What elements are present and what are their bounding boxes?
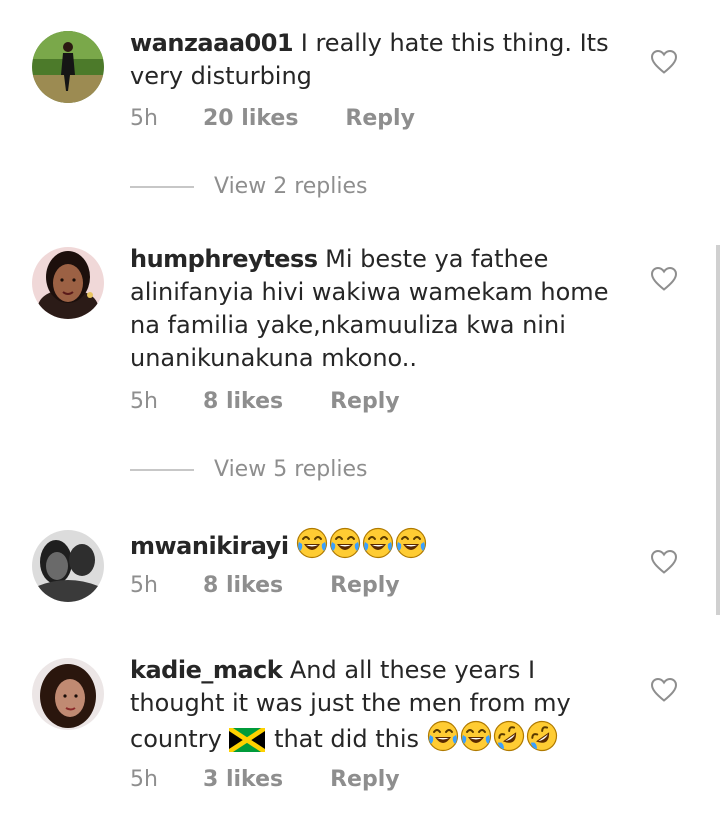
laugh-emoji-icon [362,527,394,559]
reply-button[interactable]: Reply [330,573,400,598]
reply-button[interactable]: Reply [330,389,400,414]
comment-body: mwanikirayi [130,527,630,563]
avatar[interactable] [32,530,104,602]
comment-body: humphreytess Mi beste ya fathee alinifan… [130,243,630,375]
scrollbar[interactable] [716,245,720,615]
heart-icon[interactable] [650,677,678,703]
heart-icon[interactable] [650,49,678,75]
avatar[interactable] [32,247,104,319]
divider-line [130,185,194,188]
comment-meta: 5h 20 likes Reply [130,106,415,131]
laugh-emoji-icon [395,527,427,559]
comment-timestamp: 5h [130,389,158,414]
comment-emojis [296,532,428,560]
laugh-emoji-icon [329,527,361,559]
comment-meta: 5h 8 likes Reply [130,573,400,598]
comment-meta: 5h 8 likes Reply [130,389,400,414]
comment-username[interactable]: humphreytess [130,245,318,273]
comment-body: kadie_mack And all these years I thought… [130,654,630,756]
laugh-emoji-icon [296,527,328,559]
comment-meta: 5h 3 likes Reply [130,767,400,792]
view-replies-button[interactable]: View 2 replies [130,174,367,199]
comment-timestamp: 5h [130,106,158,131]
comment-likes[interactable]: 8 likes [203,573,283,598]
laugh-emoji-icon [427,720,459,752]
laugh-emoji-icon [460,720,492,752]
view-replies-button[interactable]: View 5 replies [130,457,367,482]
heart-icon[interactable] [650,266,678,292]
view-replies-label: View 5 replies [214,457,368,482]
reply-button[interactable]: Reply [330,767,400,792]
comment-likes[interactable]: 8 likes [203,389,283,414]
comment-body: wanzaaa001 I really hate this thing. Its… [130,27,630,93]
view-replies-label: View 2 replies [214,174,368,199]
jamaica-flag-icon [229,728,265,752]
divider-line [130,468,194,471]
comment-username[interactable]: mwanikirayi [130,532,289,560]
comment-timestamp: 5h [130,767,158,792]
rofl-emoji-icon [493,720,525,752]
heart-icon[interactable] [650,549,678,575]
comment-text-continued: that did this [274,725,419,753]
comment-likes[interactable]: 3 likes [203,767,283,792]
comment-timestamp: 5h [130,573,158,598]
comment-username[interactable]: wanzaaa001 [130,29,294,57]
rofl-emoji-icon [526,720,558,752]
avatar[interactable] [32,658,104,730]
comment-emojis [427,725,559,753]
avatar[interactable] [32,31,104,103]
comment-likes[interactable]: 20 likes [203,106,298,131]
comment-username[interactable]: kadie_mack [130,656,283,684]
reply-button[interactable]: Reply [345,106,415,131]
